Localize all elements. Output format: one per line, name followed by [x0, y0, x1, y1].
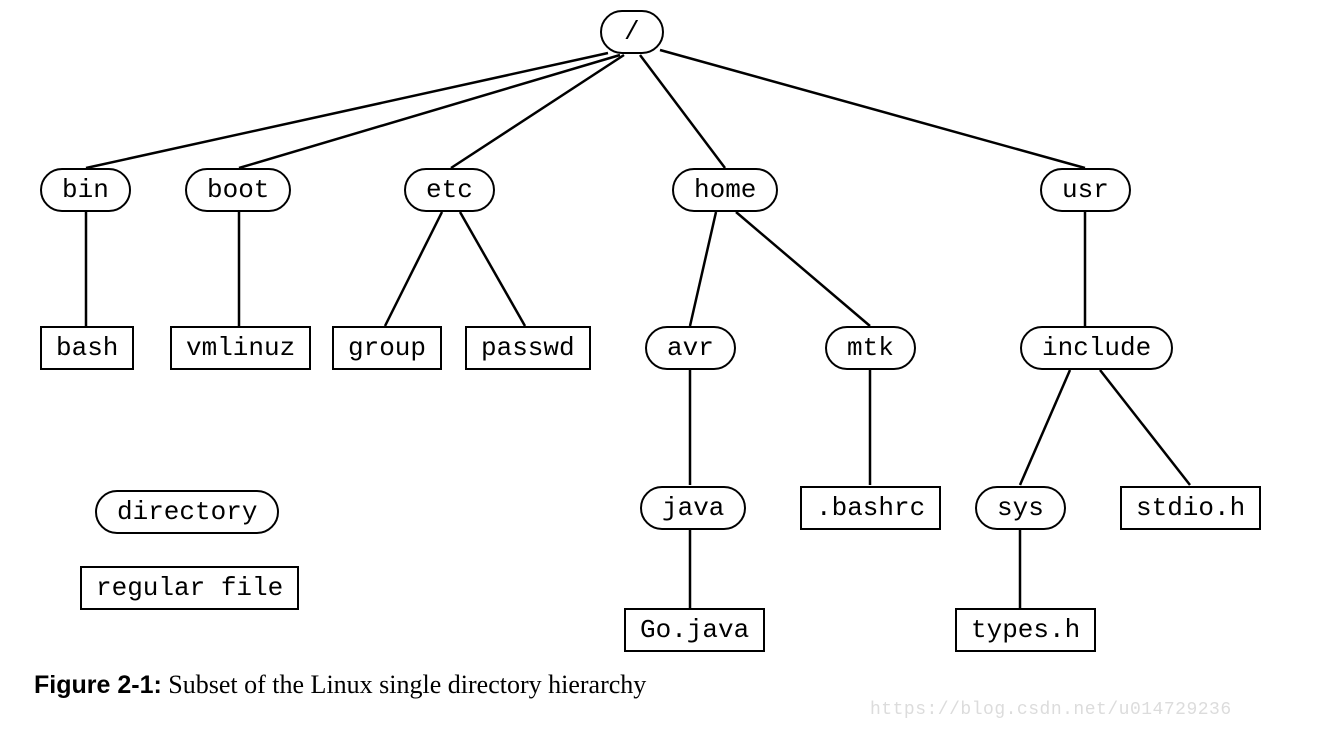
- watermark: https://blog.csdn.net/u014729236: [870, 700, 1232, 720]
- figure-caption-text: Subset of the Linux single directory hie…: [162, 670, 646, 699]
- figure-caption-label: Figure 2-1:: [34, 671, 162, 699]
- dir-home: home: [672, 168, 778, 212]
- dir-sys: sys: [975, 486, 1066, 530]
- file-group: group: [332, 326, 442, 370]
- file-vmlinuz: vmlinuz: [170, 326, 311, 370]
- legend-directory: directory: [95, 490, 279, 534]
- file-bash: bash: [40, 326, 134, 370]
- dir-mtk: mtk: [825, 326, 916, 370]
- file-typesh: types.h: [955, 608, 1096, 652]
- file-stdioh: stdio.h: [1120, 486, 1261, 530]
- file-passwd: passwd: [465, 326, 591, 370]
- dir-bin: bin: [40, 168, 131, 212]
- dir-etc: etc: [404, 168, 495, 212]
- dir-java: java: [640, 486, 746, 530]
- dir-root: /: [600, 10, 664, 54]
- dir-avr: avr: [645, 326, 736, 370]
- legend-regular-file: regular file: [80, 566, 299, 610]
- dir-include: include: [1020, 326, 1173, 370]
- file-gojava: Go.java: [624, 608, 765, 652]
- dir-boot: boot: [185, 168, 291, 212]
- figure-caption: Figure 2-1: Subset of the Linux single d…: [34, 670, 646, 700]
- file-bashrc: .bashrc: [800, 486, 941, 530]
- dir-usr: usr: [1040, 168, 1131, 212]
